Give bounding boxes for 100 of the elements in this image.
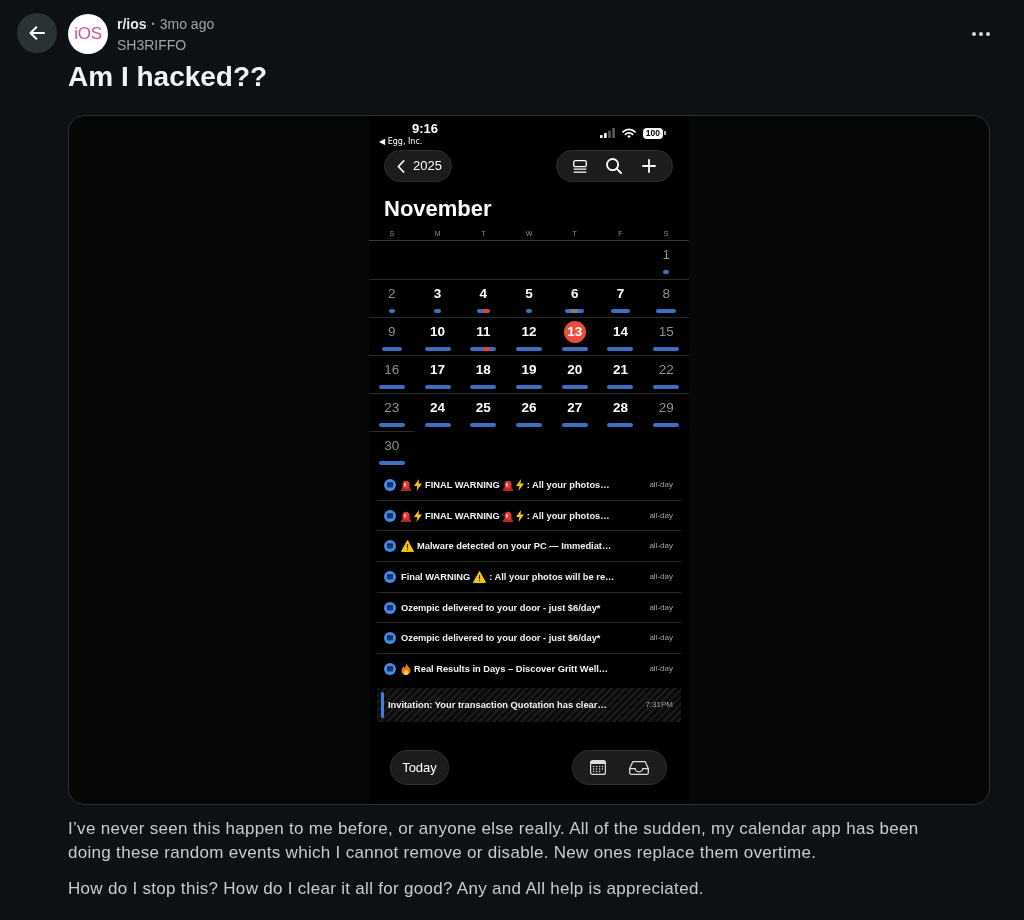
event-time: all-day [649,571,673,582]
day-number[interactable]: 7 [609,283,632,305]
day-number[interactable]: 22 [655,359,678,381]
post-body-paragraph: I’ve never seen this happen to me before, or anyone else really. All of the sudden, my calendar app has been doing these random events which I cannot remove or disable. New ones replace them overtime. [68,818,920,864]
day-number[interactable]: 17 [426,359,449,381]
more-icon [972,32,990,36]
inbox-tray-icon [628,760,649,775]
day-number[interactable]: 12 [518,321,540,343]
event-time: 7:31PM [645,699,673,710]
list-view-button[interactable] [572,159,587,173]
avatar-logo-text: iOS [74,24,102,44]
event-title: : All your photos will be re… [489,570,615,583]
siren-icon [401,478,411,491]
event-time: all-day [649,510,673,521]
day-number[interactable]: 8 [655,283,678,305]
day-number[interactable]: 9 [380,321,403,343]
meta-separator: • [151,18,155,31]
search-button[interactable] [606,158,623,174]
calendar-grid-icon [590,760,607,775]
add-event-button[interactable] [642,159,657,173]
post-body-paragraph: How do I stop this? How do I clear it all for good? Any and All help is appreciated. [68,878,705,900]
event-title: FINAL WARNING [425,478,500,491]
event-title: Ozempic delivered to your door - just $6/day* [401,632,601,645]
event-title: : All your photos… [526,509,610,522]
day-number[interactable]: 4 [472,283,495,305]
event-title: Real Results in Days – Discover Gritt Well… [414,663,609,676]
event-title: Final WARNING [401,570,471,583]
day-number[interactable]: 6 [563,283,586,305]
wifi-icon [621,128,636,138]
back-button[interactable] [17,13,57,53]
list-icon [572,159,587,173]
fire-icon [401,663,411,676]
day-number[interactable]: 1 [655,244,678,266]
day-number[interactable]: 5 [518,283,540,305]
day-number[interactable]: 28 [609,397,632,419]
post-title: Am I hacked?? [68,60,269,94]
day-number[interactable]: 18 [472,359,495,381]
siren-icon [502,509,513,522]
day-number[interactable]: 14 [609,321,632,343]
back-arrow-icon [29,26,45,40]
event-time: all-day [649,602,673,613]
lightning-bolt-icon [515,478,524,491]
day-number[interactable]: 24 [426,397,449,419]
day-number[interactable]: 26 [518,397,540,419]
inbox-button[interactable] [628,760,649,775]
day-number[interactable]: 3 [426,283,449,305]
day-number[interactable]: 23 [380,397,403,419]
day-number[interactable]: 21 [609,359,632,381]
day-number[interactable]: 29 [655,397,678,419]
calendar-event-icon [384,632,396,645]
signal-icon [599,128,615,138]
event-title: FINAL WARNING [425,509,500,522]
post-age: 3mo ago [159,15,215,33]
siren-icon [401,509,411,522]
back-to-app-link[interactable]: ◀ Egg, Inc. [379,137,423,147]
day-number[interactable]: 27 [563,397,586,419]
day-number[interactable]: 13 [563,321,586,343]
month-title: November [384,196,492,222]
day-number[interactable]: 2 [380,283,403,305]
event-time: all-day [649,633,673,644]
day-number[interactable]: 19 [518,359,540,381]
day-number[interactable]: 16 [380,359,403,381]
day-number[interactable]: 10 [426,321,449,343]
subreddit-avatar[interactable]: iOS [68,14,108,54]
calendar-event-icon [384,570,396,583]
day-number[interactable]: 25 [472,397,495,419]
calendar-event-icon [384,663,396,676]
author-link[interactable]: SH3RIFFO [117,36,187,54]
calendar-event-icon [384,509,396,522]
event-time: all-day [649,541,673,552]
day-number[interactable]: 11 [472,321,495,343]
chevron-left-icon [397,159,405,173]
event-title: Invitation: Your transaction Quotation has clear… [388,698,607,711]
event-title: Ozempic delivered to your door - just $6/day* [401,601,601,614]
calendar-view-button[interactable] [590,760,607,775]
event-title: : All your photos… [526,478,610,491]
calendar-event-icon [384,540,396,553]
lightning-bolt-icon [515,509,524,522]
today-button[interactable]: Today [390,750,449,785]
day-number[interactable]: 30 [380,435,403,457]
day-number[interactable]: 20 [563,359,586,381]
plus-icon [642,159,657,173]
warning-icon [401,540,414,553]
status-time: 9:16 [412,121,439,137]
lightning-bolt-icon [414,509,422,522]
event-time: all-day [649,479,673,490]
calendar-event-icon [384,601,396,614]
search-icon [606,158,623,174]
event-color-bar [381,691,384,718]
subreddit-link[interactable]: r/ios [117,15,147,33]
siren-icon [502,478,513,491]
battery-indicator: 100 [642,127,666,139]
year-back-button[interactable]: 2025 [384,150,452,182]
event-row[interactable]: Invitation: Your transaction Quotation has clear… 7:31PM [377,687,681,722]
event-time: all-day [649,664,673,675]
warning-icon [473,570,487,583]
day-number[interactable]: 15 [655,321,678,343]
calendar-event-icon [384,478,396,491]
lightning-bolt-icon [414,478,422,491]
event-title: Malware detected on your PC — Immediat… [417,540,612,553]
